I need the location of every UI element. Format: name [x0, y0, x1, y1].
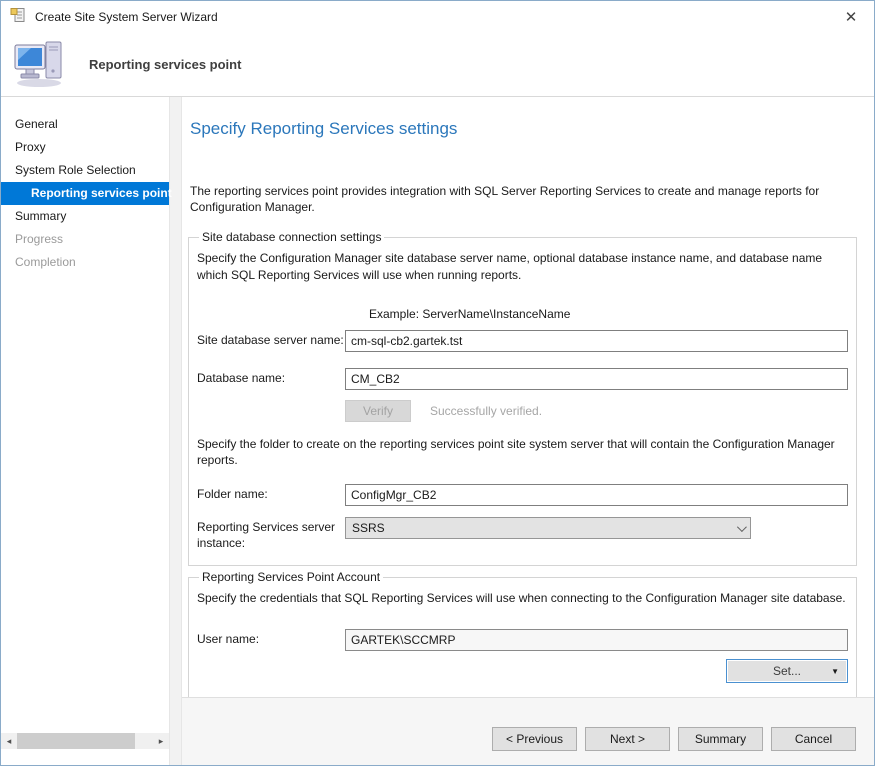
site-database-connection-group-title: Site database connection settings — [199, 230, 384, 244]
site-database-connection-group: Site database connection settings Specif… — [188, 230, 857, 566]
sidebar-item-reporting-services-point[interactable]: Reporting services point — [1, 182, 169, 205]
set-account-button[interactable]: Set... ▼ — [726, 659, 848, 683]
sidebar-horizontal-scrollbar[interactable]: ◂ ▸ — [1, 733, 169, 749]
dropdown-arrow-icon: ▼ — [831, 667, 839, 676]
reporting-services-point-account-group: Reporting Services Point Account Specify… — [188, 570, 857, 697]
page-content: Specify Reporting Services settings The … — [182, 97, 874, 697]
sidebar-item-system-role-selection[interactable]: System Role Selection — [1, 159, 169, 182]
site-database-server-name-input[interactable] — [345, 330, 848, 352]
reporting-services-instance-value: SSRS — [352, 521, 737, 535]
folder-description: Specify the folder to create on the repo… — [197, 436, 848, 468]
wizard-header: Reporting services point — [1, 32, 874, 97]
wizard-steps-sidebar: General Proxy System Role Selection Repo… — [1, 97, 169, 765]
server-name-example: Example: ServerName\InstanceName — [369, 307, 848, 321]
user-name-label: User name: — [197, 629, 345, 651]
folder-name-label: Folder name: — [197, 484, 345, 506]
sidebar-item-progress: Progress — [1, 228, 169, 251]
verify-status-text: Successfully verified. — [430, 404, 542, 418]
wizard-icon — [10, 7, 26, 26]
sidebar-item-proxy[interactable]: Proxy — [1, 136, 169, 159]
summary-button[interactable]: Summary — [678, 727, 763, 751]
title-bar[interactable]: Create Site System Server Wizard ✕ — [1, 1, 874, 32]
page-heading: Specify Reporting Services settings — [190, 119, 857, 139]
verify-button: Verify — [345, 400, 411, 422]
reporting-services-point-account-group-title: Reporting Services Point Account — [199, 570, 383, 584]
database-name-label: Database name: — [197, 368, 345, 390]
wizard-window: Create Site System Server Wizard ✕ Repor… — [0, 0, 875, 766]
scrollbar-thumb[interactable] — [17, 733, 135, 749]
chevron-down-icon — [737, 522, 747, 532]
account-group-description: Specify the credentials that SQL Reporti… — [197, 590, 848, 606]
window-title: Create Site System Server Wizard — [35, 10, 218, 24]
scroll-right-icon[interactable]: ▸ — [153, 733, 169, 749]
computer-icon — [13, 38, 69, 91]
set-account-button-label: Set... — [773, 664, 801, 678]
site-database-server-name-label: Site database server name: — [197, 330, 345, 352]
page-intro-text: The reporting services point provides in… — [190, 183, 855, 215]
previous-button[interactable]: < Previous — [492, 727, 577, 751]
next-button[interactable]: Next > — [585, 727, 670, 751]
reporting-services-instance-dropdown[interactable]: SSRS — [345, 517, 751, 539]
wizard-footer: < Previous Next > Summary Cancel — [182, 697, 874, 765]
sidebar-item-completion: Completion — [1, 251, 169, 274]
page-title: Reporting services point — [89, 57, 241, 72]
cancel-button[interactable]: Cancel — [771, 727, 856, 751]
sidebar-item-summary[interactable]: Summary — [1, 205, 169, 228]
close-icon[interactable]: ✕ — [838, 4, 864, 30]
database-name-input[interactable] — [345, 368, 848, 390]
scroll-left-icon[interactable]: ◂ — [1, 733, 17, 749]
db-group-description: Specify the Configuration Manager site d… — [197, 250, 848, 282]
user-name-input[interactable] — [345, 629, 848, 651]
sidebar-item-general[interactable]: General — [1, 113, 169, 136]
reporting-services-instance-label: Reporting Services server instance: — [197, 517, 345, 551]
folder-name-input[interactable] — [345, 484, 848, 506]
